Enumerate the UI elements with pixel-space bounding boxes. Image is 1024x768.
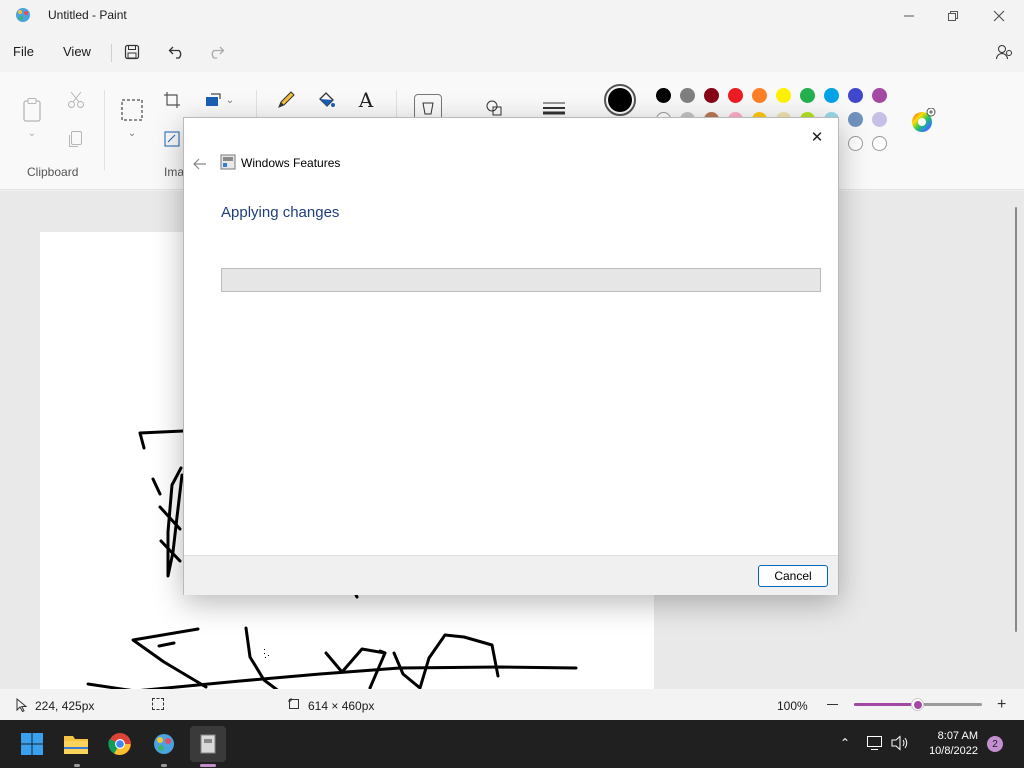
image-group-label: Ima xyxy=(164,165,185,179)
vertical-scrollbar[interactable] xyxy=(1015,207,1017,632)
crop-icon[interactable] xyxy=(158,86,186,114)
progress-bar xyxy=(221,268,821,292)
taskbar: ⌃ 8:07 AM 10/8/2022 2 xyxy=(0,720,1024,768)
redo-icon[interactable] xyxy=(204,40,228,64)
volume-icon[interactable] xyxy=(891,735,909,756)
color-swatch[interactable] xyxy=(680,88,695,103)
zoom-level[interactable]: 100% xyxy=(777,699,808,713)
rotate-dropdown-icon[interactable]: ⌄ xyxy=(222,86,238,114)
color-swatch[interactable] xyxy=(656,88,671,103)
paint-running-indicator xyxy=(161,764,167,767)
windows-features-taskbar-icon[interactable] xyxy=(190,726,226,762)
select-dropdown-icon[interactable]: ⌄ xyxy=(118,125,146,141)
menu-separator xyxy=(111,44,112,62)
title-bar: Untitled - Paint xyxy=(0,0,1024,32)
color-swatch[interactable] xyxy=(848,88,863,103)
edit-colors-icon[interactable] xyxy=(910,107,936,132)
status-bar: 224, 425px 614 × 460px 100% + xyxy=(0,689,1024,720)
clipboard-group-label: Clipboard xyxy=(27,165,79,179)
menu-view[interactable]: View xyxy=(63,44,91,59)
text-tool-icon[interactable]: A xyxy=(352,86,380,114)
clock-time: 8:07 AM xyxy=(937,730,978,742)
copy-icon[interactable] xyxy=(62,125,90,153)
current-color-1[interactable] xyxy=(604,84,636,116)
color-swatch[interactable] xyxy=(728,88,743,103)
file-explorer-icon[interactable] xyxy=(60,728,92,760)
pointer-icon xyxy=(16,697,28,715)
color-swatch[interactable] xyxy=(848,112,863,127)
color-swatch[interactable] xyxy=(704,88,719,103)
dialog-footer: Cancel xyxy=(184,555,838,595)
minimize-button[interactable] xyxy=(886,0,932,32)
ribbon-separator xyxy=(104,90,105,170)
resize-icon[interactable] xyxy=(158,125,186,153)
window-title: Untitled - Paint xyxy=(48,8,127,22)
save-icon[interactable] xyxy=(120,40,144,64)
back-arrow-icon[interactable] xyxy=(190,154,210,174)
color-swatch[interactable] xyxy=(752,88,767,103)
notification-badge[interactable]: 2 xyxy=(987,736,1003,752)
clock-date: 10/8/2022 xyxy=(929,745,978,757)
canvas-size: 614 × 460px xyxy=(308,699,375,713)
paint-taskbar-icon[interactable] xyxy=(148,728,180,760)
current-color-swatch xyxy=(608,88,632,112)
color-swatch[interactable] xyxy=(800,88,815,103)
canvas-size-icon xyxy=(288,698,300,713)
restore-button[interactable] xyxy=(930,0,976,32)
paint-app-icon xyxy=(14,6,32,24)
chrome-icon[interactable] xyxy=(104,728,136,760)
custom-color-slot[interactable] xyxy=(872,136,887,151)
close-window-button[interactable] xyxy=(976,0,1022,32)
clock[interactable]: 8:07 AM 10/8/2022 xyxy=(922,729,978,759)
windows-features-dialog: ✕ Windows Features Applying changes Canc… xyxy=(183,117,839,595)
dialog-close-icon[interactable]: ✕ xyxy=(804,124,830,150)
color-swatch[interactable] xyxy=(824,88,839,103)
dialog-heading: Applying changes xyxy=(221,204,340,221)
features-active-indicator xyxy=(200,764,216,767)
pencil-icon[interactable] xyxy=(272,86,300,114)
zoom-slider[interactable] xyxy=(854,698,982,711)
color-swatch[interactable] xyxy=(776,88,791,103)
selection-size-icon xyxy=(152,698,164,710)
paste-icon[interactable] xyxy=(18,96,46,124)
cut-icon[interactable] xyxy=(62,86,90,114)
color-swatch[interactable] xyxy=(872,88,887,103)
network-icon[interactable] xyxy=(866,735,884,756)
zoom-thumb-dot xyxy=(913,700,922,709)
menu-file[interactable]: File xyxy=(13,44,34,59)
account-icon[interactable] xyxy=(992,40,1016,64)
zoom-slider-fill xyxy=(854,703,918,706)
explorer-running-indicator xyxy=(74,764,80,767)
zoom-out-icon[interactable] xyxy=(827,704,838,705)
custom-color-slot[interactable] xyxy=(848,136,863,151)
zoom-in-icon[interactable]: + xyxy=(997,696,1006,714)
paste-dropdown-icon[interactable]: ⌄ xyxy=(18,125,46,141)
start-icon[interactable] xyxy=(16,728,48,760)
zoom-slider-thumb[interactable] xyxy=(911,698,924,711)
show-hidden-icons-icon[interactable]: ⌃ xyxy=(840,736,850,750)
windows-features-icon xyxy=(220,154,236,170)
fill-bucket-icon[interactable] xyxy=(312,86,340,114)
undo-icon[interactable] xyxy=(165,40,189,64)
cursor-position: 224, 425px xyxy=(35,699,95,713)
dialog-title: Windows Features xyxy=(241,156,341,170)
menu-bar: File View xyxy=(0,32,1024,72)
select-rectangle-icon[interactable] xyxy=(118,96,146,124)
cancel-button[interactable]: Cancel xyxy=(758,565,828,587)
color-swatch[interactable] xyxy=(872,112,887,127)
